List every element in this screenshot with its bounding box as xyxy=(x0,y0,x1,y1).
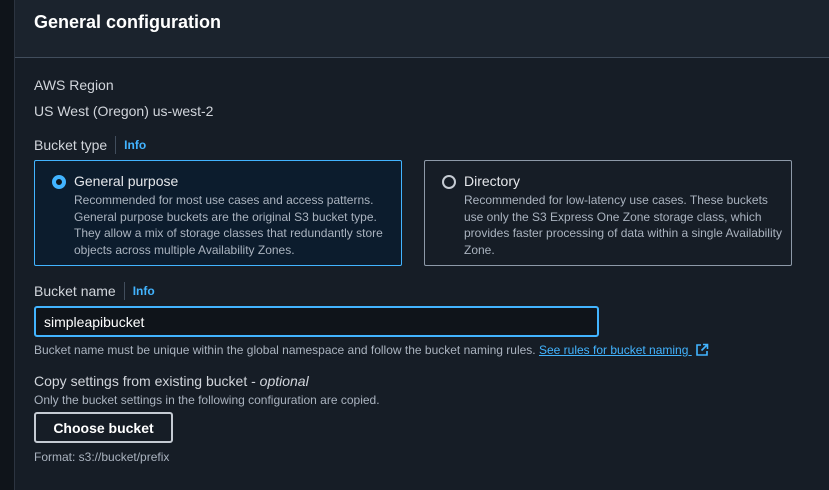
choose-bucket-button[interactable]: Choose bucket xyxy=(34,412,173,443)
bucket-type-option-directory[interactable]: Directory Recommended for low-latency us… xyxy=(424,160,792,266)
bucket-type-info-link[interactable]: Info xyxy=(124,138,146,152)
bucket-name-label-row: Bucket name Info xyxy=(34,282,155,300)
panel-title: General configuration xyxy=(34,12,222,32)
bucket-naming-rules-link[interactable]: See rules for bucket naming xyxy=(539,343,709,357)
external-link-icon xyxy=(695,343,709,356)
option-title: Directory xyxy=(464,173,521,189)
copy-settings-label-row: Copy settings from existing bucket - opt… xyxy=(34,373,309,389)
bucket-name-hint: Bucket name must be unique within the gl… xyxy=(34,343,536,357)
bucket-name-label: Bucket name xyxy=(34,283,116,299)
optional-tag: optional xyxy=(259,373,309,389)
panel-header: General configuration xyxy=(15,0,829,58)
bucket-name-input[interactable] xyxy=(34,306,599,337)
bucket-type-label-row: Bucket type Info xyxy=(34,136,146,154)
region-label: AWS Region xyxy=(34,77,114,93)
general-configuration-panel: General configuration AWS Region US West… xyxy=(14,0,829,490)
radio-selected-icon[interactable] xyxy=(52,175,66,189)
bucket-name-hint-row: Bucket name must be unique within the gl… xyxy=(34,343,709,357)
copy-settings-label: Copy settings from existing bucket - xyxy=(34,373,260,389)
radio-unselected-icon[interactable] xyxy=(442,175,456,189)
bucket-name-info-link[interactable]: Info xyxy=(133,284,155,298)
bucket-format-hint: Format: s3://bucket/prefix xyxy=(34,450,170,464)
region-value: US West (Oregon) us-west-2 xyxy=(34,103,214,119)
bucket-type-label: Bucket type xyxy=(34,137,108,153)
divider xyxy=(123,282,125,300)
copy-settings-description: Only the bucket settings in the followin… xyxy=(34,393,380,407)
bucket-type-option-general-purpose[interactable]: General purpose Recommended for most use… xyxy=(34,160,402,266)
rules-link-label: See rules for bucket naming xyxy=(538,343,689,357)
option-title: General purpose xyxy=(74,173,179,189)
option-description: Recommended for most use cases and acces… xyxy=(74,193,383,257)
divider xyxy=(115,136,117,154)
option-description: Recommended for low-latency use cases. T… xyxy=(464,193,782,257)
